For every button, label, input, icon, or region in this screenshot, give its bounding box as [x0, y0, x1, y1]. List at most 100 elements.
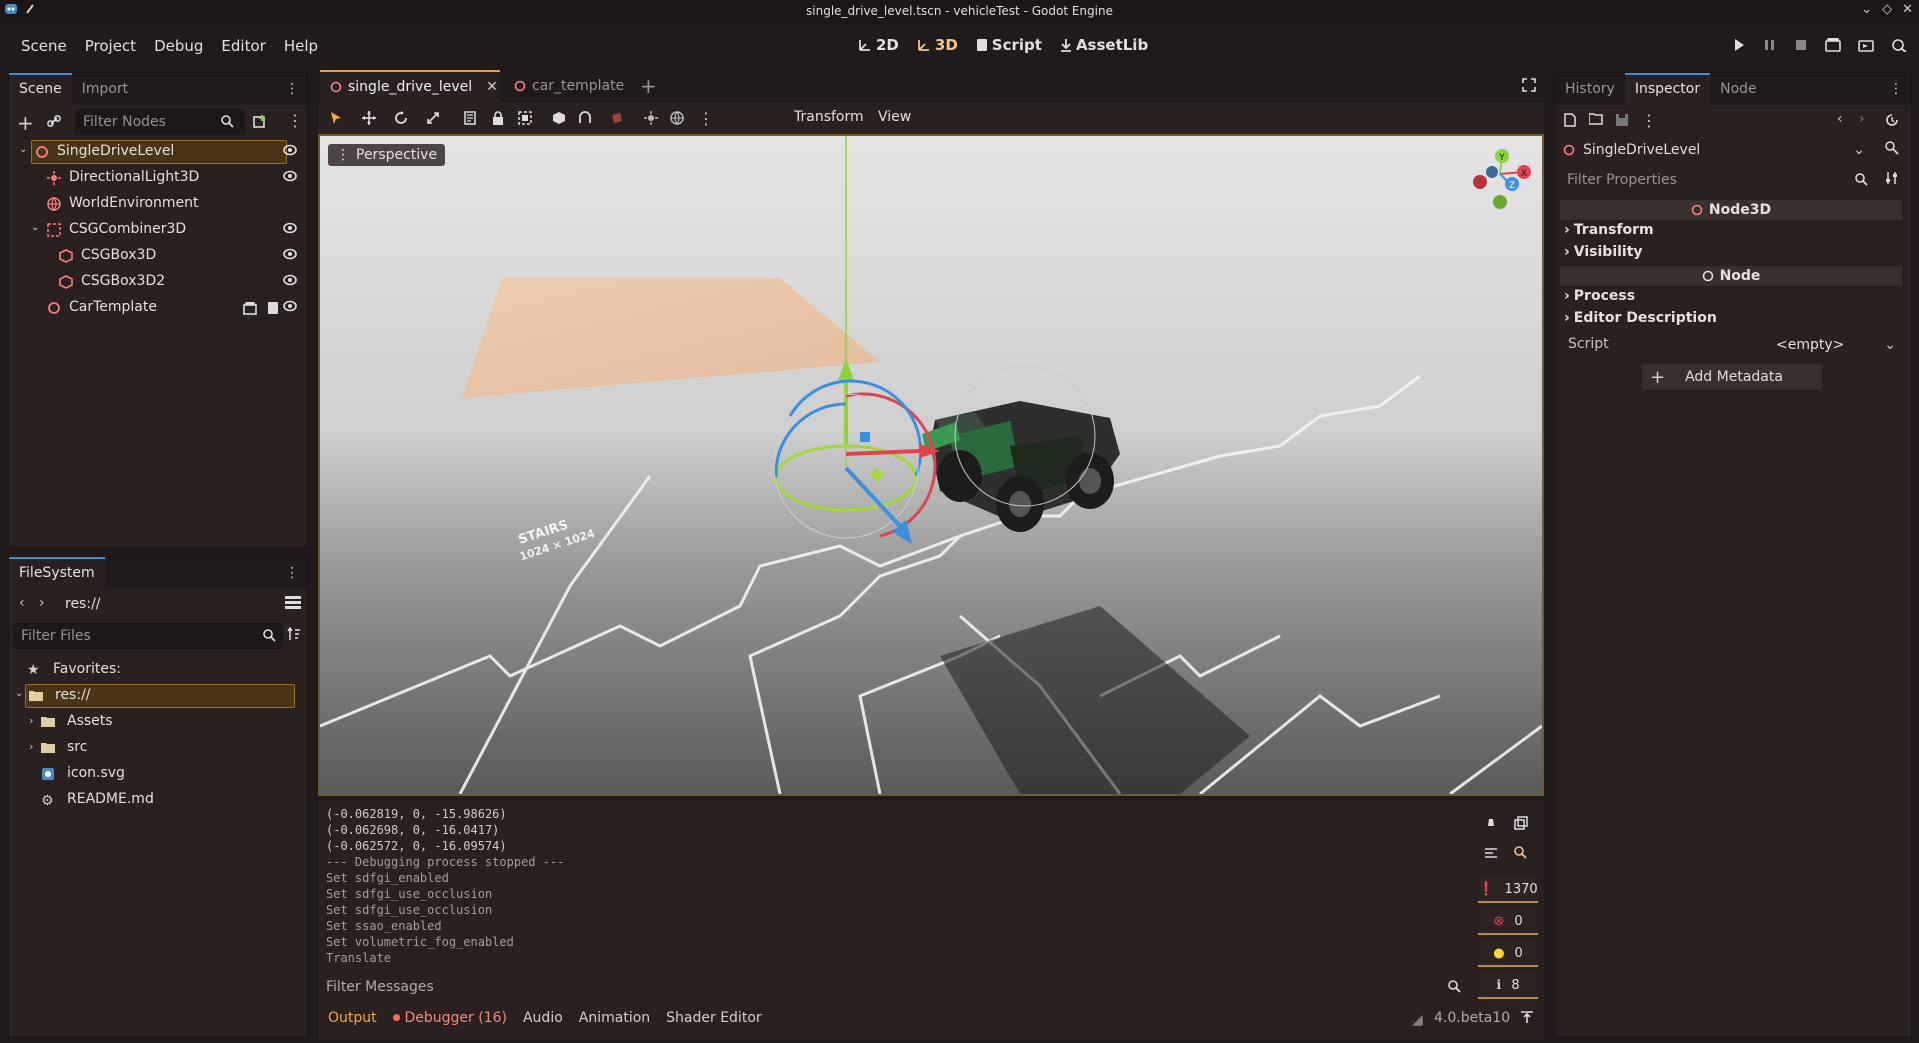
minimize-icon[interactable]: ⌄: [1861, 2, 1872, 17]
history-forward-icon[interactable]: ›: [1859, 111, 1865, 127]
tab-inspector[interactable]: Inspector: [1624, 73, 1711, 105]
favorites-item[interactable]: ★ Favorites:: [9, 657, 307, 683]
visibility-eye-icon[interactable]: [283, 222, 297, 234]
script-property-value[interactable]: <empty> ⌄: [1760, 332, 1900, 358]
instance-icon[interactable]: [243, 301, 257, 315]
collapse-arrow-icon[interactable]: ⌄: [19, 144, 27, 155]
dock-menu-icon[interactable]: ⋮: [285, 81, 299, 97]
expand-arrow-icon[interactable]: ›: [29, 740, 33, 753]
filter-files-input[interactable]: Filter Files: [13, 623, 283, 649]
workspace-2d-button[interactable]: 2D: [858, 36, 899, 54]
instance-scene-icon[interactable]: [253, 114, 267, 128]
dock-menu-icon[interactable]: ⋮: [285, 565, 299, 581]
perspective-menu-button[interactable]: ⋮ Perspective: [328, 144, 446, 166]
menu-project[interactable]: Project: [76, 37, 145, 55]
folder-item-src[interactable]: › src: [9, 735, 307, 761]
filter-nodes-input[interactable]: Filter Nodes: [75, 109, 245, 135]
tab-scene[interactable]: Scene: [9, 73, 72, 105]
tab-filesystem[interactable]: FileSystem: [9, 557, 105, 589]
history-back-icon[interactable]: ‹: [1837, 111, 1843, 127]
rotate-tool-icon[interactable]: [394, 111, 408, 125]
group-transform[interactable]: › Transform: [1564, 222, 1654, 238]
menu-help[interactable]: Help: [275, 37, 327, 55]
log-scrollbar[interactable]: [1466, 810, 1470, 970]
collapse-arrow-icon[interactable]: ⌄: [15, 688, 23, 699]
menu-scene[interactable]: Scene: [12, 37, 76, 55]
inspector-more-icon[interactable]: ⋮: [1641, 111, 1657, 130]
select-tool-icon[interactable]: [330, 111, 342, 125]
add-node-icon[interactable]: +: [17, 111, 34, 135]
file-item-icon-svg[interactable]: icon.svg: [9, 761, 307, 787]
collapse-duplicates-icon[interactable]: [1484, 846, 1498, 860]
sort-icon[interactable]: [287, 627, 301, 641]
filter-properties-input[interactable]: Filter Properties: [1559, 167, 1875, 193]
stop-icon[interactable]: [1794, 38, 1808, 52]
documentation-icon[interactable]: [1885, 141, 1899, 155]
visibility-eye-icon[interactable]: [283, 300, 297, 312]
tree-item-directionallight3d[interactable]: DirectionalLight3D: [9, 165, 307, 191]
clear-output-icon[interactable]: [1484, 816, 1498, 830]
tab-node[interactable]: Node: [1710, 73, 1767, 105]
nav-back-icon[interactable]: ‹: [19, 595, 25, 611]
play-custom-scene-icon[interactable]: [1858, 38, 1874, 52]
group-visibility[interactable]: › Visibility: [1564, 244, 1643, 260]
new-resource-icon[interactable]: [1563, 113, 1577, 127]
visibility-eye-icon[interactable]: [283, 170, 297, 182]
res-root-item[interactable]: ⌄ res://: [9, 683, 307, 709]
tab-animation[interactable]: Animation: [579, 1010, 650, 1026]
group-process[interactable]: › Process: [1564, 288, 1635, 304]
tab-shader-editor[interactable]: Shader Editor: [666, 1010, 761, 1026]
group-editor-description[interactable]: › Editor Description: [1564, 310, 1717, 326]
folder-item-assets[interactable]: › Assets: [9, 709, 307, 735]
scene-more-icon[interactable]: ⋮: [287, 111, 303, 130]
group-icon[interactable]: [518, 111, 532, 125]
lock-icon[interactable]: [492, 111, 504, 125]
snap-icon[interactable]: [578, 111, 592, 125]
link-icon[interactable]: [47, 114, 61, 128]
tab-debugger[interactable]: ● Debugger (16): [393, 1010, 507, 1026]
script-attached-icon[interactable]: [267, 301, 279, 315]
tree-item-csgbox3d2[interactable]: CSGBox3D2: [9, 269, 307, 295]
expand-arrow-icon[interactable]: ›: [29, 714, 33, 727]
environment-preview-icon[interactable]: [670, 111, 684, 125]
tree-item-csgcombiner3d[interactable]: ⌄ CSGCombiner3D: [9, 217, 307, 243]
dock-menu-icon[interactable]: ⋮: [1889, 81, 1903, 97]
3d-viewport[interactable]: STAIRS 1024 × 1024 ⋮ Perspective Y X Z: [318, 134, 1544, 796]
open-folder-icon[interactable]: [1589, 113, 1603, 125]
list-select-icon[interactable]: [464, 111, 478, 125]
workspace-3d-button[interactable]: 3D: [917, 36, 958, 54]
tab-history[interactable]: History: [1555, 73, 1625, 105]
tab-single-drive-level[interactable]: single_drive_level ✕: [320, 70, 500, 102]
message-counter[interactable]: ❗ 1370: [1478, 877, 1538, 903]
play-icon[interactable]: [1732, 38, 1746, 52]
property-settings-icon[interactable]: [1885, 171, 1899, 185]
save-icon[interactable]: [1615, 113, 1629, 127]
info-counter[interactable]: ℹ 8: [1478, 973, 1538, 999]
sun-preview-icon[interactable]: [644, 111, 658, 125]
file-item-readme[interactable]: ⚙ README.md: [9, 787, 307, 813]
collapse-arrow-icon[interactable]: ⌄: [31, 222, 39, 233]
object-history-icon[interactable]: [1885, 113, 1899, 127]
add-tab-icon[interactable]: +: [640, 74, 657, 98]
toggle-split-icon[interactable]: [285, 595, 301, 609]
tab-output[interactable]: Output: [328, 1010, 377, 1026]
movie-maker-icon[interactable]: [1891, 38, 1907, 52]
viewport-more-icon[interactable]: ⋮: [698, 109, 714, 128]
filter-messages-input[interactable]: Filter Messages: [318, 974, 1468, 1000]
tab-audio[interactable]: Audio: [523, 1010, 563, 1026]
close-tab-icon[interactable]: ✕: [486, 79, 498, 95]
play-scene-icon[interactable]: [1825, 38, 1841, 52]
view-gizmo[interactable]: Y X Z: [1468, 144, 1538, 214]
transform-menu[interactable]: Transform: [794, 109, 864, 125]
add-metadata-button[interactable]: + Add Metadata: [1642, 364, 1822, 390]
tree-item-csgbox3d[interactable]: CSGBox3D: [9, 243, 307, 269]
visibility-eye-icon[interactable]: [283, 274, 297, 286]
path-field[interactable]: res://: [57, 591, 287, 617]
pause-icon[interactable]: [1763, 38, 1777, 52]
camera-preview-icon[interactable]: [610, 111, 624, 125]
tree-item-cartemplate[interactable]: CarTemplate: [9, 295, 307, 321]
move-tool-icon[interactable]: [362, 111, 376, 125]
copy-icon[interactable]: [1514, 816, 1528, 830]
error-counter[interactable]: ⊗ 0: [1478, 909, 1538, 935]
distraction-free-icon[interactable]: [1522, 78, 1536, 92]
